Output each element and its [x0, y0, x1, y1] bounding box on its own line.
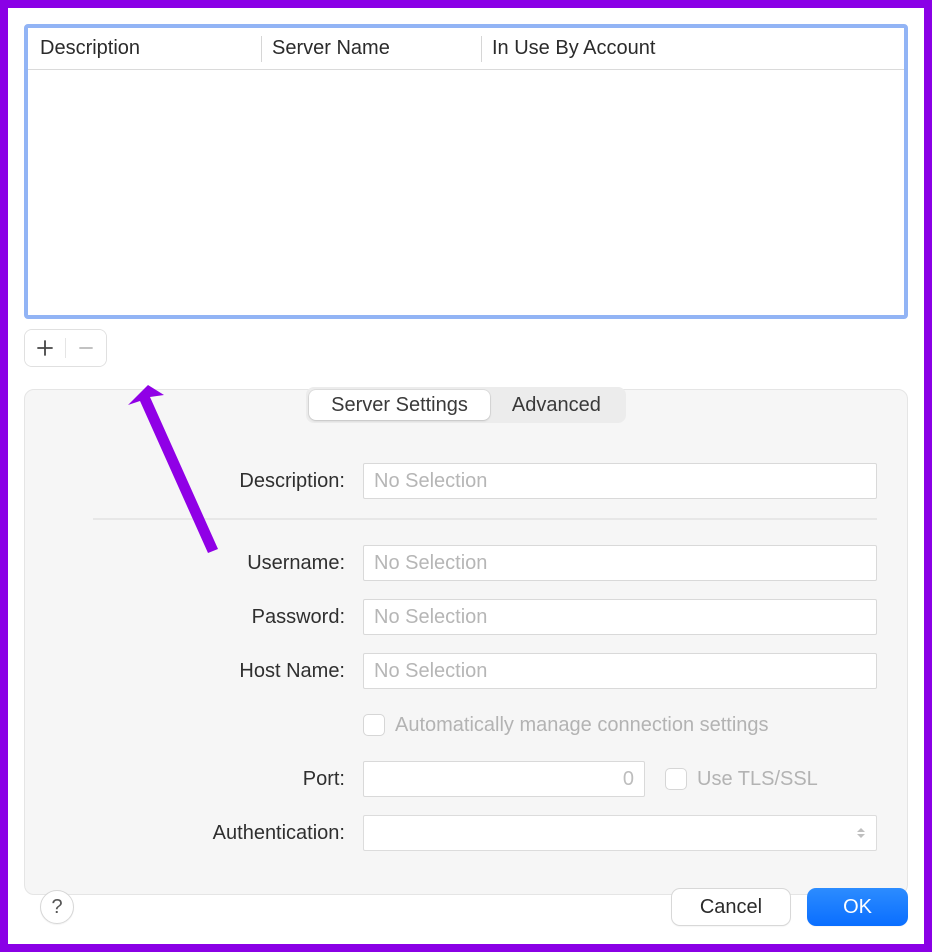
cancel-button[interactable]: Cancel [671, 888, 791, 926]
settings-panel: Server Settings Advanced Description: Us… [24, 389, 908, 895]
ok-button[interactable]: OK [807, 888, 908, 926]
auto-manage-label: Automatically manage connection settings [395, 714, 769, 737]
tab-advanced[interactable]: Advanced [490, 390, 623, 420]
hostname-input[interactable] [363, 653, 877, 689]
remove-server-button[interactable] [66, 330, 106, 366]
updown-icon [856, 828, 866, 838]
footer: ? Cancel OK [24, 888, 908, 926]
checkbox-icon [363, 714, 385, 736]
column-server-name[interactable]: Server Name [272, 28, 492, 69]
row-port: Port: Use TLS/SSL [55, 752, 877, 806]
password-input[interactable] [363, 599, 877, 635]
table-header: Description Server Name In Use By Accoun… [28, 28, 904, 70]
column-in-use[interactable]: In Use By Account [492, 28, 892, 69]
use-tls-checkbox[interactable]: Use TLS/SSL [665, 768, 818, 791]
add-server-button[interactable] [25, 330, 65, 366]
server-list-table[interactable]: Description Server Name In Use By Accoun… [24, 24, 908, 319]
help-button[interactable]: ? [40, 890, 74, 924]
minus-icon [78, 340, 94, 356]
column-in-use-label: In Use By Account [492, 37, 655, 60]
column-separator [481, 36, 482, 62]
password-label: Password: [55, 606, 363, 629]
description-input[interactable] [363, 463, 877, 499]
row-authentication: Authentication: [55, 806, 877, 860]
auto-manage-checkbox[interactable]: Automatically manage connection settings [363, 714, 877, 737]
column-description[interactable]: Description [40, 28, 272, 69]
authentication-label: Authentication: [55, 822, 363, 845]
use-tls-label: Use TLS/SSL [697, 768, 818, 791]
description-label: Description: [55, 470, 363, 493]
column-server-name-label: Server Name [272, 37, 390, 60]
row-description: Description: [55, 454, 877, 508]
port-input[interactable] [363, 761, 645, 797]
column-description-label: Description [40, 37, 140, 60]
row-username: Username: [55, 536, 877, 590]
tabs: Server Settings Advanced [55, 387, 877, 423]
hostname-label: Host Name: [55, 660, 363, 683]
checkbox-icon [665, 768, 687, 790]
column-separator [261, 36, 262, 62]
plus-icon [37, 340, 53, 356]
username-input[interactable] [363, 545, 877, 581]
divider [93, 518, 877, 520]
row-password: Password: [55, 590, 877, 644]
table-body-empty[interactable] [28, 70, 904, 315]
row-auto-manage: Automatically manage connection settings [55, 698, 877, 752]
username-label: Username: [55, 552, 363, 575]
authentication-select[interactable] [363, 815, 877, 851]
server-settings-window: Description Server Name In Use By Accoun… [8, 8, 924, 944]
port-label: Port: [55, 768, 363, 791]
row-hostname: Host Name: [55, 644, 877, 698]
tab-server-settings[interactable]: Server Settings [309, 390, 490, 420]
segmented-control: Server Settings Advanced [306, 387, 626, 423]
add-remove-buttons [24, 329, 107, 367]
